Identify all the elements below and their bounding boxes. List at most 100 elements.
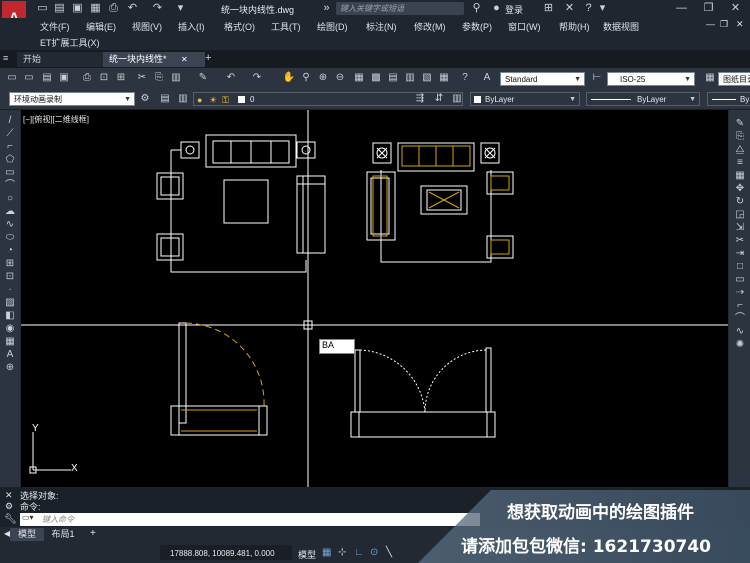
- tb-text-style-icon[interactable]: A: [480, 71, 494, 85]
- tb-zoom-prev-icon[interactable]: ⊖: [333, 71, 347, 85]
- command-input[interactable]: ▭▾ 键入命令: [20, 513, 480, 526]
- mdi-min-icon[interactable]: —: [706, 19, 715, 29]
- dynamic-input-box[interactable]: BA: [319, 339, 355, 354]
- qa-dropdown-icon[interactable]: ▾: [174, 2, 187, 15]
- tb-plot-icon[interactable]: ⊞: [114, 71, 128, 85]
- tb-properties-icon[interactable]: ▦: [352, 71, 366, 85]
- polar-icon[interactable]: ⊙: [370, 547, 378, 558]
- scale-icon[interactable]: ◲: [732, 208, 748, 221]
- stretch-icon[interactable]: ⇲: [732, 221, 748, 234]
- rectangle-icon[interactable]: ▭: [2, 166, 18, 179]
- cart-icon[interactable]: ⊞: [542, 2, 555, 15]
- revcloud-icon[interactable]: ☁: [2, 205, 18, 218]
- copy-icon[interactable]: ⎘: [732, 130, 748, 143]
- tb-zoom-realtime-icon[interactable]: ⚲: [299, 71, 313, 85]
- tb-calc-icon[interactable]: ▦: [437, 71, 451, 85]
- tb-markup-icon[interactable]: ▧: [420, 71, 434, 85]
- tab-close-icon[interactable]: ✕: [181, 52, 188, 67]
- move-icon[interactable]: ✥: [732, 182, 748, 195]
- circle-icon[interactable]: ○: [2, 192, 18, 205]
- tb-design-center-icon[interactable]: ▩: [369, 71, 383, 85]
- offset-icon[interactable]: ≡: [732, 156, 748, 169]
- model-space-button[interactable]: 模型: [298, 548, 316, 561]
- polyline-icon[interactable]: ⌐: [2, 140, 18, 153]
- menu-dataview[interactable]: 数据视图: [603, 20, 639, 33]
- ellipse-arc-icon[interactable]: ◔: [2, 244, 18, 257]
- tb-palette-icon[interactable]: ▤: [386, 71, 400, 85]
- user-icon[interactable]: ●: [490, 2, 503, 15]
- ortho-icon[interactable]: ∟: [354, 547, 364, 558]
- menu-et-tools[interactable]: ET扩展工具(X): [40, 36, 100, 49]
- exchange-icon[interactable]: ✕: [563, 2, 576, 15]
- ellipse-icon[interactable]: ⬭: [2, 231, 18, 244]
- grid-icon[interactable]: ▦: [322, 547, 331, 558]
- color-select[interactable]: ByLayer ▼: [470, 92, 580, 106]
- menu-help[interactable]: 帮助(H): [559, 20, 590, 33]
- help-dropdown-icon[interactable]: ▾: [596, 2, 609, 15]
- search-input[interactable]: 键入关键字或短语: [336, 2, 464, 15]
- layer-properties-icon[interactable]: ▤: [158, 92, 172, 106]
- minimize-icon[interactable]: —: [675, 2, 688, 15]
- menu-draw[interactable]: 绘图(D): [317, 20, 348, 33]
- erase-icon[interactable]: ✎: [732, 117, 748, 130]
- text-style-select[interactable]: Standard ▼: [500, 72, 585, 86]
- blend-icon[interactable]: ∿: [732, 325, 748, 338]
- break-icon[interactable]: ▭: [732, 273, 748, 286]
- tb-table-style-icon[interactable]: ▦: [703, 71, 717, 85]
- workspace-select[interactable]: 环境动画录制 ▼: [9, 92, 135, 106]
- make-block-icon[interactable]: ⊡: [2, 270, 18, 283]
- tb-undo-icon[interactable]: ↶: [224, 71, 238, 85]
- array-icon[interactable]: ▦: [732, 169, 748, 182]
- menu-file[interactable]: 文件(F): [40, 20, 70, 33]
- layer-previous-icon[interactable]: ⇵: [432, 92, 446, 106]
- snap-icon[interactable]: ⊹: [338, 547, 346, 558]
- tb-preview-icon[interactable]: ⊡: [97, 71, 111, 85]
- chamfer-icon[interactable]: ⌐: [732, 299, 748, 312]
- redo-icon[interactable]: ↷: [151, 2, 164, 15]
- close-icon[interactable]: ✕: [729, 2, 742, 15]
- tb-open-icon[interactable]: ▤: [40, 71, 54, 85]
- restore-icon[interactable]: ❐: [702, 2, 715, 15]
- menu-tools[interactable]: 工具(T): [271, 20, 301, 33]
- menu-format[interactable]: 格式(O): [224, 20, 255, 33]
- new-tab-button[interactable]: +: [205, 52, 211, 64]
- login-link[interactable]: 登录: [505, 3, 523, 16]
- linetype-select[interactable]: ByLayer ▼: [586, 92, 700, 106]
- tab-model[interactable]: 模型: [10, 528, 44, 541]
- drawing-canvas[interactable]: [−][俯视][二维线框] BA Y X: [21, 110, 728, 487]
- print-icon[interactable]: ⎙: [107, 2, 120, 15]
- tb-paste-icon[interactable]: ▥: [169, 71, 183, 85]
- lineweight-select[interactable]: By: [707, 92, 750, 106]
- fillet-icon[interactable]: ⌒: [732, 312, 748, 325]
- construction-line-icon[interactable]: ⟋: [2, 127, 18, 140]
- menu-modify[interactable]: 修改(M): [414, 20, 446, 33]
- save-as-icon[interactable]: ▦: [89, 2, 102, 15]
- tb-match-icon[interactable]: ✎: [196, 71, 210, 85]
- tb-print-icon[interactable]: ⎙: [80, 71, 94, 85]
- insert-block-icon[interactable]: ⊞: [2, 257, 18, 270]
- break-point-icon[interactable]: □: [732, 260, 748, 273]
- tb-redo-icon[interactable]: ↷: [250, 71, 264, 85]
- search-expand-icon[interactable]: »: [320, 2, 333, 15]
- layer-match-icon[interactable]: ▥: [450, 92, 464, 106]
- dim-style-select[interactable]: ISO-25 ▼: [607, 72, 695, 86]
- tb-copy-icon[interactable]: ⎘: [152, 71, 166, 85]
- trim-icon[interactable]: ✂: [732, 234, 748, 247]
- help-icon[interactable]: ?: [582, 2, 595, 15]
- arc-icon[interactable]: ⌒: [2, 179, 18, 192]
- new-file-icon[interactable]: ▭: [36, 2, 49, 15]
- line-icon[interactable]: /: [2, 114, 18, 127]
- tb-save-icon[interactable]: ▣: [57, 71, 71, 85]
- command-close-icon[interactable]: ✕: [5, 490, 13, 501]
- add-selected-icon[interactable]: ⊕: [2, 361, 18, 374]
- tb-help-icon[interactable]: ?: [458, 71, 472, 85]
- command-settings-icon[interactable]: ⚙: [5, 501, 13, 512]
- save-icon[interactable]: ▣: [71, 2, 84, 15]
- tab-start[interactable]: 开始: [17, 52, 111, 67]
- join-icon[interactable]: ⇢: [732, 286, 748, 299]
- layer-states-icon[interactable]: ▥: [176, 92, 190, 106]
- tab-drawing[interactable]: 统一块内线性* ✕: [103, 52, 205, 67]
- menu-edit[interactable]: 编辑(E): [86, 20, 116, 33]
- workspace-settings-icon[interactable]: ⚙: [138, 92, 152, 106]
- table-icon[interactable]: ▦: [2, 335, 18, 348]
